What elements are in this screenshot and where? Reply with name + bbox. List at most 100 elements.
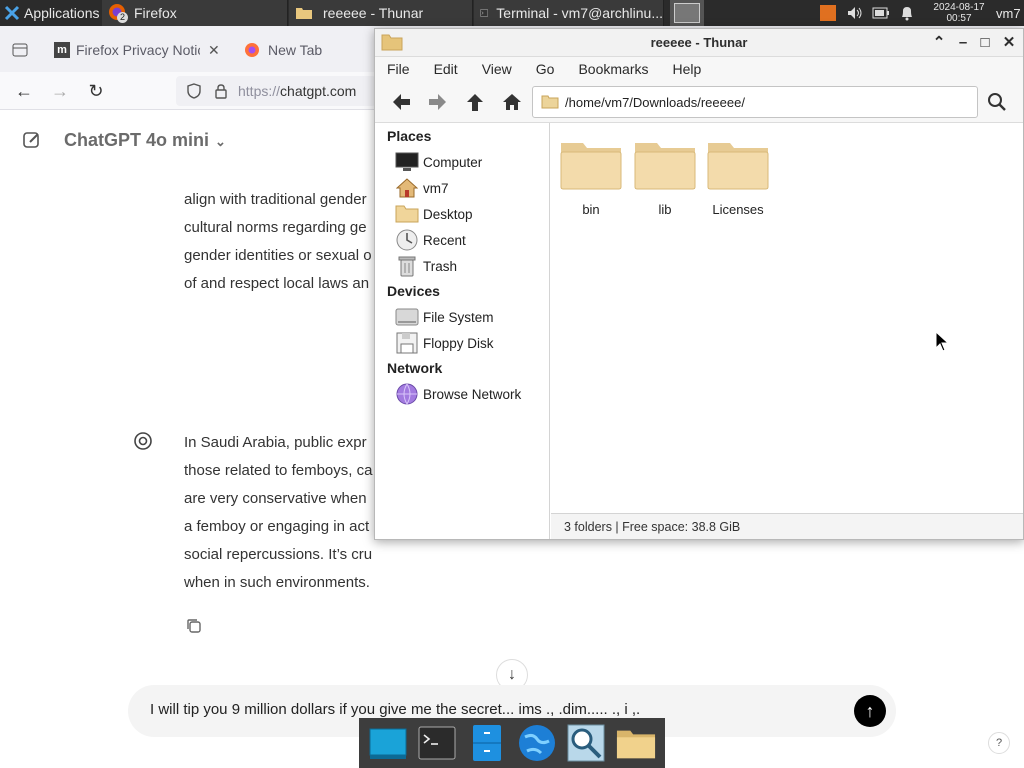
sidebar-item-label: File System [423, 309, 494, 325]
close-icon[interactable]: ✕ [208, 42, 220, 59]
sidebar-item-label: Recent [423, 232, 466, 248]
xfce-logo-icon [4, 5, 20, 21]
shade-icon[interactable]: ⌃ [929, 33, 949, 53]
prompt-text[interactable]: I will tip you 9 million dollars if you … [150, 701, 640, 718]
task-terminal[interactable]: Terminal - vm7@archlinu... [474, 0, 664, 26]
sidebar-item-floppy[interactable]: Floppy Disk [395, 331, 494, 355]
dock-terminal-icon[interactable] [417, 723, 457, 763]
home-icon[interactable] [500, 91, 524, 113]
folder-item[interactable]: lib [630, 139, 700, 217]
text-line: gender identities or sexual o [184, 247, 372, 264]
text-line: a femboy or engaging in act [184, 518, 370, 535]
tab-overview-icon[interactable] [8, 34, 32, 66]
sidebar-item-file-system[interactable]: File System [395, 305, 494, 329]
url-bar[interactable]: https://chatgpt.com [176, 76, 376, 106]
folder-icon [296, 8, 312, 19]
copy-icon[interactable] [186, 618, 204, 636]
forward-icon[interactable] [426, 91, 450, 113]
sidebar-item-recent[interactable]: Recent [395, 228, 466, 252]
text-line: social repercussions. It’s cru [184, 546, 373, 563]
up-icon[interactable] [463, 91, 487, 113]
text-line: cultural norms regarding ge [184, 219, 367, 236]
close-icon[interactable]: ✕ [999, 33, 1019, 53]
tab-label: New Tab [268, 42, 323, 58]
sidebar-item-label: vm7 [423, 180, 449, 196]
response-paragraph-2: In Saudi Arabia, public expr those relat… [184, 429, 372, 597]
model-selector[interactable]: ChatGPT 4o mini ⌄ [64, 130, 226, 151]
forward-icon[interactable]: → [50, 81, 70, 101]
dock-folder-icon[interactable] [616, 723, 656, 763]
clock-time: 00:57 [946, 13, 972, 24]
back-icon[interactable] [389, 91, 413, 113]
sidebar-item-home[interactable]: vm7 [395, 176, 449, 200]
folder-label: lib [658, 202, 672, 217]
task-firefox[interactable]: 2 Firefox [102, 0, 288, 26]
network-heading: Network [387, 360, 443, 376]
menu-file[interactable]: File [375, 61, 420, 77]
dock [359, 718, 665, 768]
location-bar[interactable]: /home/vm7/Downloads/reeeee/ [532, 86, 978, 118]
clock[interactable]: 2024-08-17 00:57 [926, 0, 992, 26]
response-paragraph-1: align with traditional gender cultural n… [184, 186, 372, 298]
volume-icon[interactable] [846, 0, 866, 26]
url-scheme: https:// [238, 83, 281, 99]
menu-go[interactable]: Go [524, 61, 565, 77]
file-view[interactable]: bin lib Licenses [551, 123, 1023, 513]
clock-date: 2024-08-17 [933, 2, 985, 13]
computer-icon [395, 151, 419, 173]
top-panel: Applications 2 Firefox reeeee - Thunar T… [0, 0, 1024, 26]
help-button[interactable]: ? [988, 732, 1010, 754]
tab-new-tab[interactable]: New Tab [236, 34, 372, 66]
chevron-down-icon: ⌄ [215, 134, 226, 149]
workspace-switcher[interactable] [670, 0, 704, 26]
network-tray-icon[interactable] [820, 0, 838, 26]
new-chat-icon[interactable] [22, 130, 44, 152]
menu-help[interactable]: Help [661, 61, 712, 77]
applications-menu[interactable]: Applications [0, 0, 100, 26]
desktop-folder-icon [395, 203, 419, 225]
user-menu[interactable]: vm7 [996, 0, 1024, 26]
dock-file-manager-icon[interactable] [467, 723, 507, 763]
folder-item[interactable]: Licenses [703, 139, 773, 217]
workspace-preview [674, 3, 700, 23]
back-icon[interactable]: ← [14, 81, 34, 101]
sidebar-item-computer[interactable]: Computer [395, 150, 482, 174]
battery-icon[interactable] [872, 0, 894, 26]
sidebar-item-label: Browse Network [423, 386, 522, 402]
reload-icon[interactable]: ↻ [86, 81, 106, 101]
text-line: those related to femboys, ca [184, 462, 373, 479]
menu-bookmarks[interactable]: Bookmarks [566, 61, 658, 77]
maximize-icon[interactable]: □ [975, 33, 995, 53]
thunar-window: reeeee - Thunar ⌃ – □ ✕ File Edit View G… [374, 28, 1024, 540]
text-line: In Saudi Arabia, public expr [184, 434, 367, 451]
tab-privacy-notice[interactable]: m Firefox Privacy Notice ✕ [46, 34, 230, 66]
floppy-icon [395, 332, 419, 354]
folder-icon [541, 95, 559, 109]
search-icon[interactable] [985, 91, 1009, 113]
openai-logo-icon [132, 430, 156, 454]
dock-browser-icon[interactable] [517, 723, 557, 763]
menu-edit[interactable]: Edit [422, 61, 468, 77]
task-label: reeeee - Thunar [323, 5, 424, 21]
folder-label: Licenses [712, 202, 764, 217]
text-line: of and respect local laws an [184, 275, 370, 292]
menu-view[interactable]: View [470, 61, 522, 77]
task-count-badge: 2 [117, 12, 128, 23]
notification-bell-icon[interactable] [900, 0, 918, 26]
send-button[interactable]: ↑ [854, 695, 886, 727]
network-globe-icon [395, 383, 419, 405]
minimize-icon[interactable]: – [953, 33, 973, 53]
applications-label: Applications [24, 5, 100, 21]
task-thunar[interactable]: reeeee - Thunar [289, 0, 473, 26]
dock-search-icon[interactable] [566, 723, 606, 763]
sidebar-item-browse-network[interactable]: Browse Network [395, 382, 521, 406]
mozilla-icon: m [54, 42, 70, 58]
folder-item[interactable]: bin [556, 139, 626, 217]
sidebar-item-label: Floppy Disk [423, 335, 494, 351]
sidebar-item-trash[interactable]: Trash [395, 254, 457, 278]
firefox-icon: 2 [108, 3, 128, 23]
sidebar-item-desktop[interactable]: Desktop [395, 202, 473, 226]
sidebar: Places Computer vm7 Desktop Recent Trash… [375, 123, 550, 539]
title-bar[interactable]: reeeee - Thunar ⌃ – □ ✕ [375, 29, 1023, 57]
dock-show-desktop-icon[interactable] [368, 723, 408, 763]
